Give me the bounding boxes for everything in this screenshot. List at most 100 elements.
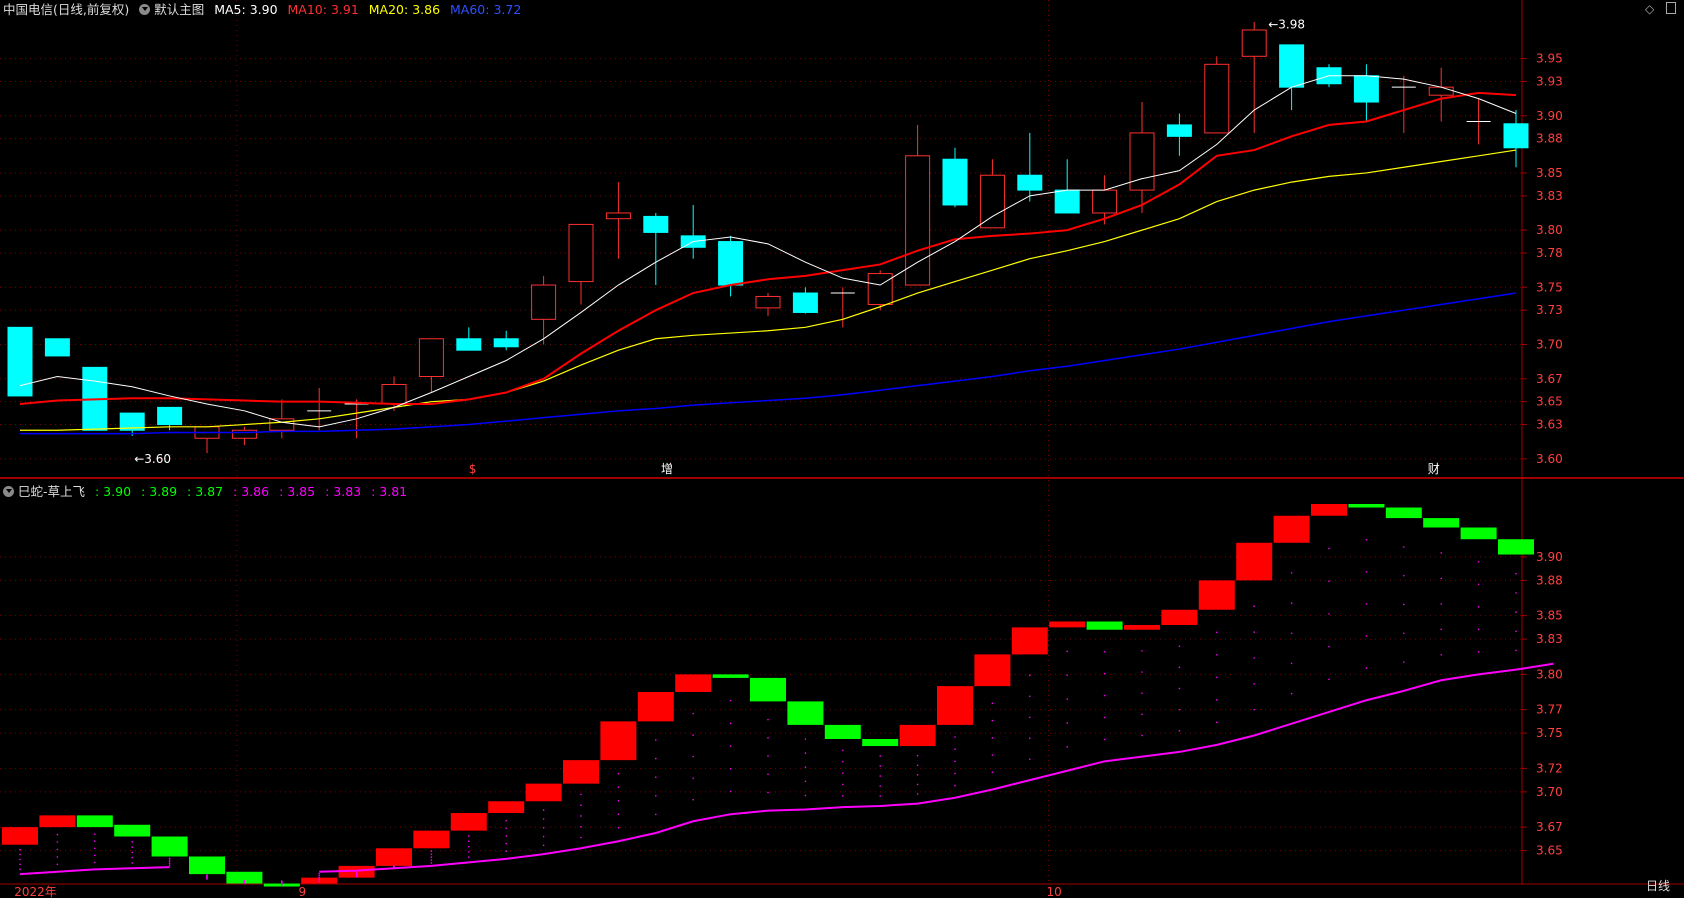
sub-dot xyxy=(1178,729,1181,732)
main-axis-label: 3.78 xyxy=(1536,246,1563,260)
sub-dot xyxy=(842,794,844,797)
sub-dot xyxy=(542,818,545,820)
sub-dot xyxy=(94,833,96,835)
candle-body xyxy=(718,241,744,286)
period-label[interactable]: 日线 xyxy=(1646,877,1670,894)
main-indicator-toggle[interactable]: 默认主图 xyxy=(139,2,204,17)
candle xyxy=(1204,56,1230,134)
candle-body xyxy=(157,406,183,426)
candle xyxy=(231,426,257,446)
sub-dot xyxy=(318,876,321,879)
sub-dot xyxy=(1440,552,1442,554)
sub-dot xyxy=(804,780,807,783)
sub-dot xyxy=(468,856,470,858)
sub-dot xyxy=(1141,734,1143,737)
square-icon[interactable] xyxy=(1666,2,1676,14)
candle xyxy=(269,399,295,439)
sub-dot xyxy=(281,880,283,882)
sub-block xyxy=(76,815,113,828)
sub-dot xyxy=(56,833,59,836)
sub-dot xyxy=(19,863,21,866)
sub-block xyxy=(151,836,188,857)
sub-dot xyxy=(767,773,769,776)
candle xyxy=(1466,98,1491,145)
sub-dot xyxy=(617,786,620,788)
sub-dot xyxy=(1290,602,1293,604)
sub-dot xyxy=(692,734,694,736)
sub-block xyxy=(1498,539,1534,555)
sub-dot xyxy=(991,702,994,705)
sub-axis-label: 3.75 xyxy=(1536,726,1563,740)
sub-dot xyxy=(729,790,732,793)
candle xyxy=(755,293,781,316)
sub-dot xyxy=(1141,713,1143,716)
sub-value-6: : 3.83 xyxy=(325,484,362,499)
candle xyxy=(792,287,818,314)
candle-body xyxy=(456,338,482,351)
sub-dot xyxy=(916,793,919,795)
sub-dot xyxy=(1365,667,1368,669)
candle xyxy=(119,412,145,436)
sub-dot xyxy=(468,835,470,837)
sub-dot xyxy=(19,848,21,851)
sub-dot xyxy=(767,791,769,794)
sub-block xyxy=(637,692,674,722)
candle xyxy=(1054,159,1080,214)
candle-body xyxy=(1166,124,1192,137)
sub-dot xyxy=(94,861,96,864)
sub-dot xyxy=(542,835,545,838)
sub-dot xyxy=(131,851,133,854)
sub-dot xyxy=(468,845,470,848)
candle xyxy=(568,223,594,305)
sub-dot xyxy=(1178,666,1181,669)
main-axis-label: 3.67 xyxy=(1536,372,1563,386)
sub-dot xyxy=(1029,695,1031,698)
sub-dot xyxy=(1477,651,1480,653)
sub-dot xyxy=(505,850,508,853)
sub-dot xyxy=(505,827,508,830)
sub-block xyxy=(862,739,899,747)
candle xyxy=(1129,102,1155,213)
sub-dot xyxy=(430,859,433,861)
main-axis-label: 3.80 xyxy=(1536,223,1563,237)
ma10-value: MA10: 3.91 xyxy=(287,2,359,17)
sub-value-4: : 3.86 xyxy=(233,484,270,499)
diamond-icon[interactable]: ◇ xyxy=(1645,2,1654,16)
candle-body xyxy=(1353,75,1379,103)
sub-dot xyxy=(580,815,582,817)
time-axis-label: 9 xyxy=(299,885,307,898)
candle xyxy=(194,426,220,454)
stock-title: 中国电信(日线,前复权) xyxy=(3,2,130,17)
sub-dot xyxy=(94,840,96,843)
ma10-line xyxy=(19,91,1517,405)
sub-dot xyxy=(1029,674,1031,677)
sub-axis-label: 3.80 xyxy=(1536,667,1563,681)
sub-dot xyxy=(655,776,657,778)
sub-block xyxy=(1348,504,1385,508)
main-axis-label: 3.60 xyxy=(1536,452,1563,466)
sub-block xyxy=(488,801,525,814)
chart-canvas[interactable]: ←3.98 ←3.60 $ 增 财 3.95 3.93 3.90 3.88 3.85 3.83 3.… xyxy=(0,0,1684,898)
sub-block xyxy=(937,686,973,725)
sub-axis-label: 3.67 xyxy=(1536,820,1563,834)
sub-dot xyxy=(767,737,769,739)
sub-dot xyxy=(1141,671,1143,673)
sub-dot xyxy=(1066,650,1068,653)
candle-body xyxy=(1054,189,1080,214)
sub-dot xyxy=(1141,650,1143,652)
sub-block xyxy=(1385,507,1422,519)
sub-dot xyxy=(468,840,470,843)
candle-body xyxy=(942,158,968,206)
sub-dot xyxy=(1178,708,1181,711)
event-marker: $ xyxy=(469,462,477,476)
sub-block xyxy=(525,783,562,802)
sub-dot xyxy=(692,755,694,758)
sub-dot xyxy=(1328,645,1330,648)
sub-indicator-toggle[interactable]: 巳蛇-草上飞 xyxy=(3,484,85,499)
sub-dot xyxy=(842,772,844,774)
candle xyxy=(418,338,444,393)
sub-chart-header: 巳蛇-草上飞 : 3.90 : 3.89 : 3.87 : 3.86 : 3.8… xyxy=(3,482,413,502)
sub-value-1: : 3.90 xyxy=(95,484,132,499)
sub-dot xyxy=(94,854,96,857)
main-axis-label: 3.85 xyxy=(1536,166,1563,180)
